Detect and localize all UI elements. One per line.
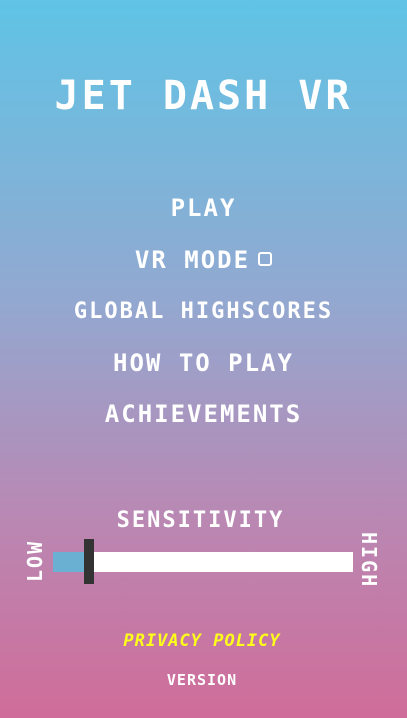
game-title: JET DASH VR — [54, 73, 353, 119]
vr-mode-label: VR MODE — [134, 246, 251, 274]
play-button[interactable]: PLAY — [0, 193, 407, 223]
sensitivity-slider[interactable] — [53, 539, 353, 584]
privacy-policy-link[interactable]: PRIVACY POLICY — [0, 630, 404, 652]
version-label: VERSION — [166, 671, 238, 689]
global-highscores-button[interactable]: GLOBAL HIGHSCORES — [0, 297, 407, 327]
sensitivity-label: SENSITIVITY — [116, 508, 285, 533]
sensitivity-high-label: HIGH — [357, 531, 381, 589]
vr-mode-checkbox-icon[interactable] — [258, 252, 273, 266]
sensitivity-slider-handle[interactable] — [84, 539, 94, 584]
how-to-play-button[interactable]: HOW TO PLAY — [0, 348, 407, 378]
vr-mode-toggle[interactable]: VR MODE — [0, 245, 407, 275]
achievements-button[interactable]: ACHIEVEMENTS — [0, 399, 407, 429]
sensitivity-low-label: LOW — [23, 539, 47, 583]
